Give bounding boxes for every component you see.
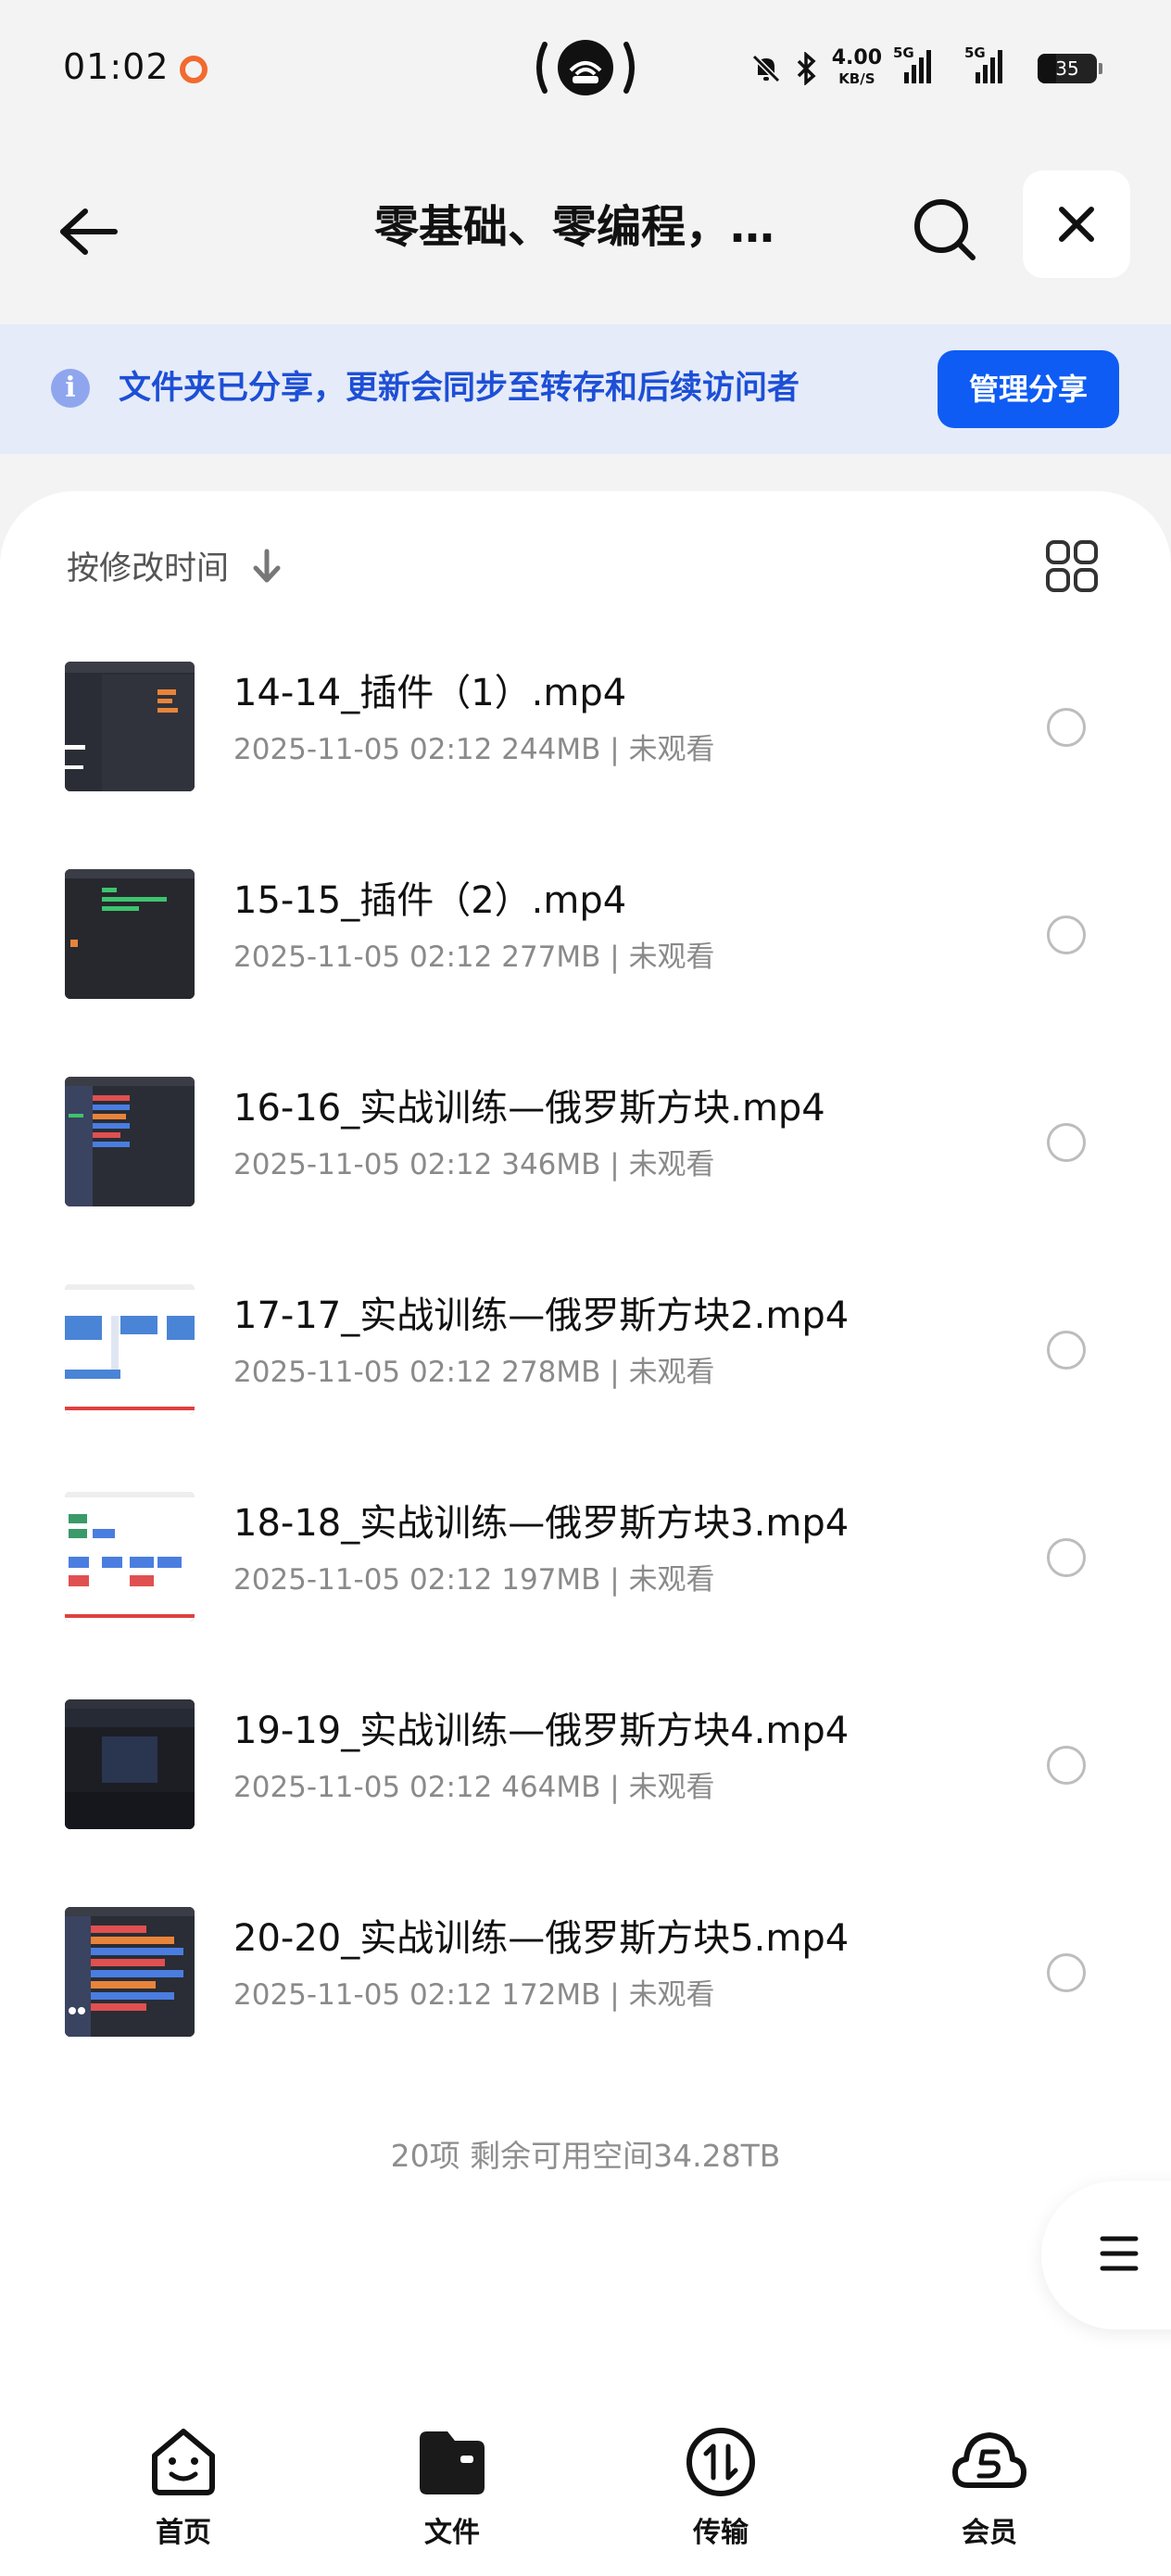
nav-label: 会员 <box>962 2517 1017 2549</box>
select-radio[interactable] <box>1047 708 1086 747</box>
video-thumbnail <box>65 662 195 791</box>
sort-down-arrow-icon <box>253 549 281 582</box>
back-arrow-icon[interactable] <box>54 198 120 265</box>
bluetooth-icon <box>797 52 816 85</box>
recording-indicator-icon <box>180 56 208 83</box>
video-thumbnail <box>65 869 195 999</box>
close-icon <box>1059 207 1094 242</box>
file-meta: 2025-11-05 02:12 278MB | 未观看 <box>233 1356 715 1389</box>
menu-icon <box>1100 2236 1139 2271</box>
file-name: 16-16_实战训练—俄罗斯方块.mp4 <box>233 1087 825 1130</box>
file-name: 14-14_插件（1）.mp4 <box>233 672 627 714</box>
folder-icon <box>420 2431 485 2494</box>
nav-home[interactable]: 首页 <box>119 2424 248 2550</box>
file-list: 14-14_插件（1）.mp4 2025-11-05 02:12 244MB |… <box>0 639 1171 2092</box>
file-row[interactable]: 20-20_实战训练—俄罗斯方块5.mp4 2025-11-05 02:12 1… <box>0 1885 1171 2092</box>
hotspot-island-icon <box>536 40 635 95</box>
file-name: 18-18_实战训练—俄罗斯方块3.mp4 <box>233 1502 850 1545</box>
file-meta: 2025-11-05 02:12 244MB | 未观看 <box>233 733 715 766</box>
select-radio[interactable] <box>1047 915 1086 954</box>
storage-summary: 20项 剩余可用空间34.28TB <box>390 2138 781 2174</box>
top-bar: 零基础、零编程，… <box>0 167 1171 287</box>
file-row[interactable]: 18-18_实战训练—俄罗斯方块3.mp4 2025-11-05 02:12 1… <box>0 1470 1171 1677</box>
page-title: 零基础、零编程，… <box>373 201 774 253</box>
file-meta: 2025-11-05 02:12 464MB | 未观看 <box>233 1771 715 1804</box>
file-meta: 2025-11-05 02:12 346MB | 未观看 <box>233 1148 715 1181</box>
sort-label: 按修改时间 <box>67 550 230 587</box>
select-radio[interactable] <box>1047 1538 1086 1577</box>
share-banner-message: 文件夹已分享，更新会同步至转存和后续访问者 <box>119 370 800 407</box>
video-thumbnail <box>65 1077 195 1206</box>
file-row[interactable]: 14-14_插件（1）.mp4 2025-11-05 02:12 244MB |… <box>0 639 1171 847</box>
clock: 01:02 <box>63 46 170 87</box>
file-name: 17-17_实战训练—俄罗斯方块2.mp4 <box>233 1294 850 1337</box>
video-thumbnail <box>65 1492 195 1622</box>
signal-sim1: 5G <box>893 44 953 88</box>
network-speed: 4.00 KB/S <box>831 46 882 88</box>
grid-view-icon[interactable] <box>1045 539 1099 593</box>
nav-label: 文件 <box>424 2517 480 2549</box>
manage-share-button[interactable]: 管理分享 <box>938 350 1119 428</box>
status-icons: 4.00 KB/S 5G 5G 35 <box>750 41 1102 96</box>
file-meta: 2025-11-05 02:12 277MB | 未观看 <box>233 941 715 974</box>
select-radio[interactable] <box>1047 1123 1086 1162</box>
transfer-icon <box>686 2428 755 2496</box>
video-thumbnail <box>65 1284 195 1414</box>
signal-sim2: 5G <box>964 44 1025 88</box>
select-radio[interactable] <box>1047 1746 1086 1785</box>
vip-cloud-icon <box>952 2432 1026 2488</box>
bottom-nav: 首页 文件 传输 会员 <box>0 2400 1171 2576</box>
nav-label: 首页 <box>156 2517 211 2549</box>
file-row[interactable]: 17-17_实战训练—俄罗斯方块2.mp4 2025-11-05 02:12 2… <box>0 1262 1171 1470</box>
mute-bell-icon <box>751 54 780 83</box>
file-row[interactable]: 15-15_插件（2）.mp4 2025-11-05 02:12 277MB |… <box>0 847 1171 1054</box>
status-bar: 01:02 4.00 KB/S 5G 5G 35 <box>0 0 1171 139</box>
file-meta: 2025-11-05 02:12 197MB | 未观看 <box>233 1563 715 1597</box>
video-thumbnail <box>65 1699 195 1829</box>
sort-selector[interactable]: 按修改时间 <box>67 542 283 589</box>
share-banner: i 文件夹已分享，更新会同步至转存和后续访问者 管理分享 <box>0 324 1171 454</box>
home-face-icon <box>152 2429 215 2495</box>
info-icon: i <box>51 369 90 408</box>
video-thumbnail <box>65 1907 195 2037</box>
file-list-panel: 按修改时间 14-14_插件（1）.mp4 2025-11-05 02:12 2… <box>0 491 1171 2576</box>
file-row[interactable]: 16-16_实战训练—俄罗斯方块.mp4 2025-11-05 02:12 34… <box>0 1054 1171 1262</box>
file-meta: 2025-11-05 02:12 172MB | 未观看 <box>233 1978 715 2012</box>
select-radio[interactable] <box>1047 1953 1086 1992</box>
file-name: 15-15_插件（2）.mp4 <box>233 879 627 922</box>
file-name: 20-20_实战训练—俄罗斯方块5.mp4 <box>233 1917 850 1960</box>
nav-label: 传输 <box>693 2517 749 2549</box>
select-radio[interactable] <box>1047 1331 1086 1370</box>
nav-files[interactable]: 文件 <box>387 2424 517 2550</box>
close-button[interactable] <box>1023 170 1130 278</box>
nav-vip[interactable]: 会员 <box>925 2424 1054 2550</box>
file-name: 19-19_实战训练—俄罗斯方块4.mp4 <box>233 1710 850 1752</box>
file-row[interactable]: 19-19_实战训练—俄罗斯方块4.mp4 2025-11-05 02:12 4… <box>0 1677 1171 1885</box>
battery-icon: 35 <box>1038 54 1102 83</box>
nav-transfer[interactable]: 传输 <box>656 2424 786 2550</box>
search-icon[interactable] <box>910 195 980 265</box>
